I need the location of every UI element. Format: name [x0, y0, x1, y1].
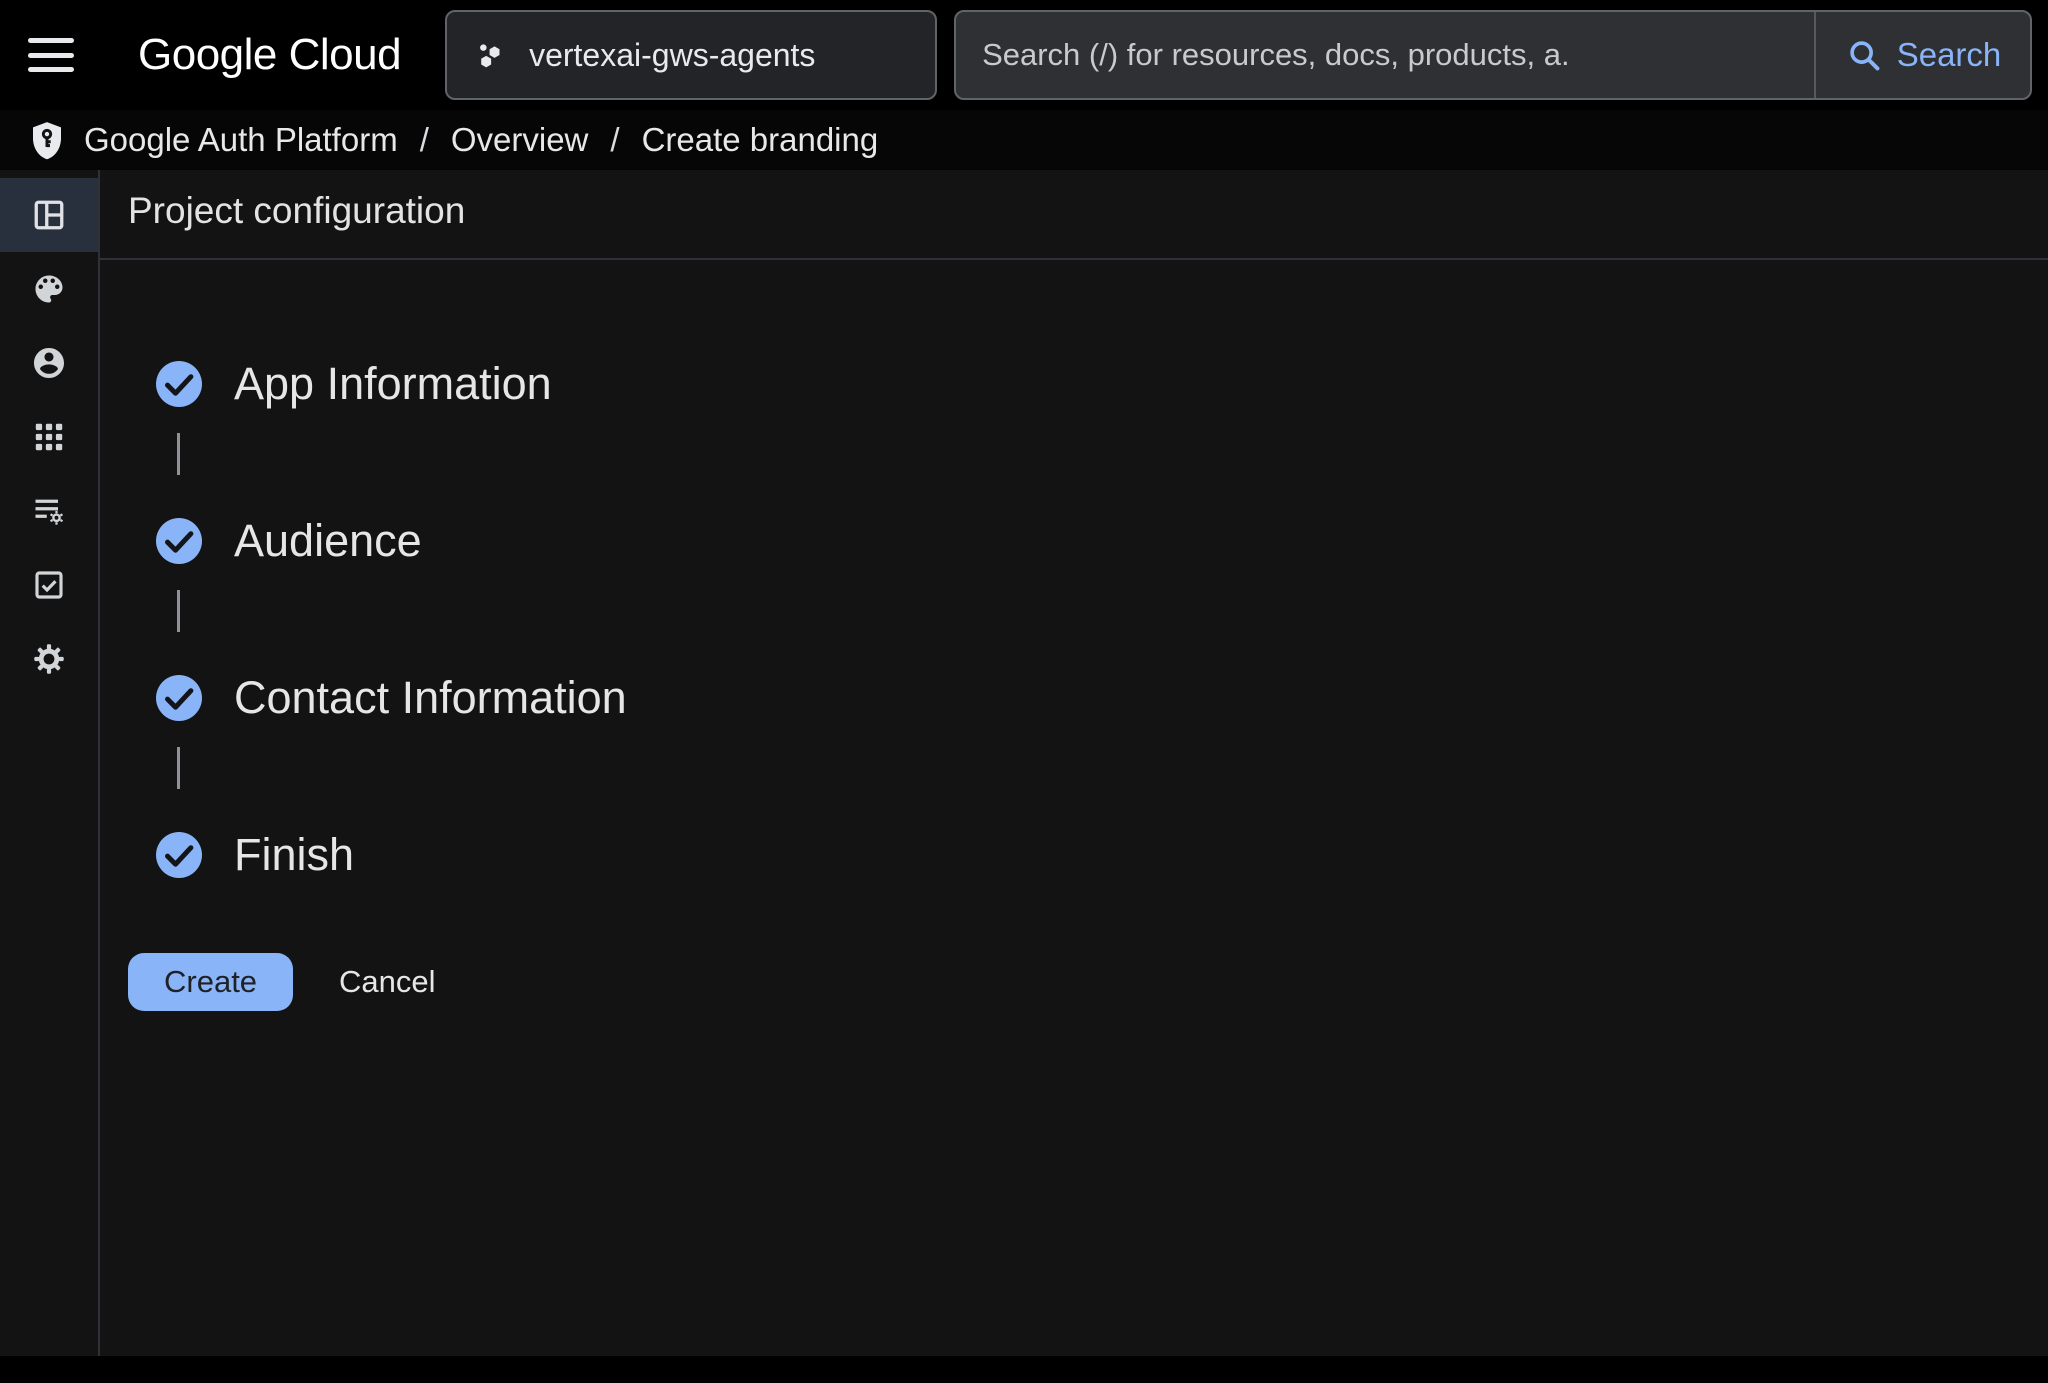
google-cloud-logo[interactable]: Google Cloud [138, 30, 401, 80]
body: Project configuration App Information Au… [0, 170, 2048, 1356]
menu-icon[interactable] [28, 38, 74, 72]
sidebar-item-overview[interactable] [0, 178, 98, 252]
step-contact-information[interactable]: Contact Information [156, 666, 627, 730]
search-bar: Search [954, 10, 2032, 100]
create-button[interactable]: Create [128, 953, 293, 1011]
step-label: Audience [234, 515, 422, 567]
search-button[interactable]: Search [1814, 12, 2030, 98]
step-completed-check-icon [156, 518, 202, 564]
breadcrumb-separator: / [610, 121, 619, 159]
step-app-information[interactable]: App Information [156, 352, 552, 416]
sidebar-item-data-access[interactable] [0, 474, 98, 548]
sidebar-item-audience[interactable] [0, 326, 98, 400]
project-selector[interactable]: vertexai-gws-agents [445, 10, 937, 100]
search-input[interactable] [982, 37, 1810, 73]
sidebar-item-clients[interactable] [0, 400, 98, 474]
step-label: Finish [234, 829, 354, 881]
search-button-label: Search [1897, 36, 2002, 74]
step-completed-check-icon [156, 832, 202, 878]
list-gear-icon [31, 493, 67, 529]
sidebar-item-verification[interactable] [0, 548, 98, 622]
gear-icon [31, 641, 67, 677]
bottom-strip [0, 1356, 2048, 1383]
apps-grid-icon [31, 419, 67, 455]
sidebar-item-settings[interactable] [0, 622, 98, 696]
step-label: App Information [234, 358, 552, 410]
breadcrumb-separator: / [420, 121, 429, 159]
step-audience[interactable]: Audience [156, 509, 422, 573]
step-connector [156, 747, 2048, 823]
actions-row: Create Cancel [128, 953, 2048, 1011]
breadcrumb-item-auth-platform[interactable]: Google Auth Platform [84, 121, 398, 159]
page: Google Cloud vertexai-gws-agents [0, 0, 2048, 1383]
cancel-button[interactable]: Cancel [339, 964, 436, 1000]
search-input-wrap [956, 12, 1814, 98]
checkbox-icon [31, 567, 67, 603]
title-divider [100, 258, 2048, 260]
breadcrumb-item-create-branding: Create branding [642, 121, 879, 159]
page-title: Project configuration [128, 190, 2048, 232]
auth-platform-shield-key-icon [26, 119, 68, 161]
step-label: Contact Information [234, 672, 627, 724]
palette-icon [31, 271, 67, 307]
sidebar [0, 170, 100, 1356]
breadcrumb-item-overview[interactable]: Overview [451, 121, 589, 159]
stepper: App Information Audience Contact Informa… [156, 352, 2048, 887]
project-icon [473, 38, 507, 72]
search-icon [1845, 36, 1883, 74]
top-app-bar: Google Cloud vertexai-gws-agents [0, 0, 2048, 110]
dashboard-icon [31, 197, 67, 233]
main-content: Project configuration App Information Au… [100, 170, 2048, 1356]
project-selector-value: vertexai-gws-agents [529, 37, 815, 74]
step-completed-check-icon [156, 675, 202, 721]
step-connector [156, 433, 2048, 509]
step-connector [156, 590, 2048, 666]
step-completed-check-icon [156, 361, 202, 407]
breadcrumb: Google Auth Platform / Overview / Create… [0, 110, 2048, 170]
step-finish[interactable]: Finish [156, 823, 354, 887]
person-icon [31, 345, 67, 381]
sidebar-item-branding[interactable] [0, 252, 98, 326]
